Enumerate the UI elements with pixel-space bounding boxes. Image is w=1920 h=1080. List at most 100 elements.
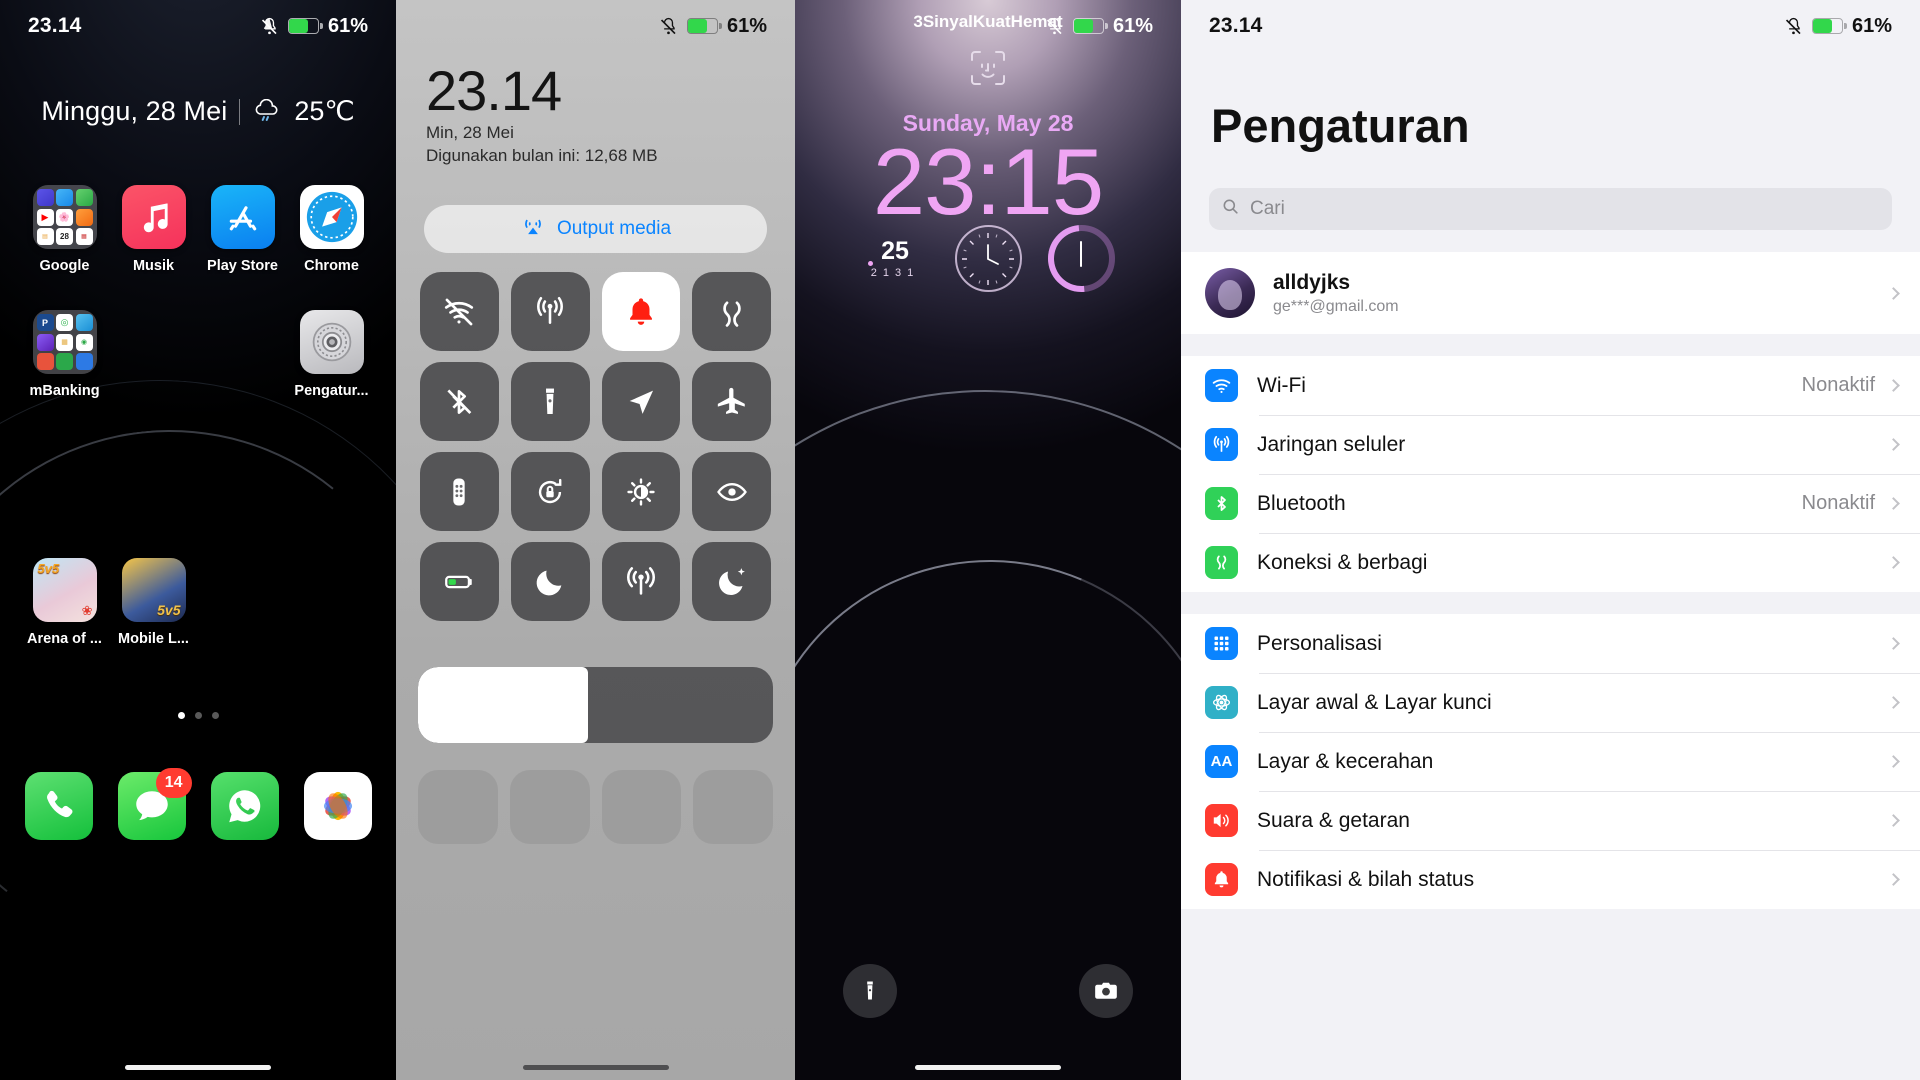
row-label: Layar awal & Layar kunci [1257,690,1492,714]
app-arena-of-valor[interactable]: 5v5 ❀ Arena of ... [20,558,109,647]
eye-comfort-toggle[interactable] [692,452,771,531]
connection-sharing-toggle[interactable] [692,272,771,351]
page-title: Pengaturan [1211,99,1470,152]
notification-bell-icon [1205,863,1238,896]
google-folder-icon: ▶ 🌸 ▤ 28 ▦ [32,185,97,249]
screenshot-root: 23.14 61% Minggu, 28 Mei 25℃ ▶ 🌸 ▤ 28 ▦ … [0,0,1920,1080]
mobile-legends-icon: 5v5 [121,558,186,622]
dock-item-whatsapp[interactable] [210,772,279,840]
grid-apps-icon [1205,627,1238,660]
dock-item-phone[interactable] [24,772,93,840]
app-slot-empty [287,558,376,647]
settings-row-wifi[interactable]: Wi-Fi Nonaktif [1181,356,1920,415]
flashlight-button[interactable] [843,964,897,1018]
row-label: Koneksi & berbagi [1257,550,1428,574]
flashlight-toggle[interactable] [510,362,590,441]
airplane-mode-toggle[interactable] [692,362,771,441]
settings-row-layar-awal-kunci[interactable]: Layar awal & Layar kunci [1181,673,1920,732]
connectivity-group: Wi-Fi Nonaktif Jaringan seluler Bluetoot… [1181,356,1920,592]
aa-text-icon: AA [1205,745,1238,778]
page-dot-3[interactable] [211,712,219,719]
rotation-lock-toggle[interactable] [510,452,590,531]
battery-icon [1811,18,1847,34]
settings-row-suara-getaran[interactable]: Suara & getaran [1181,791,1920,850]
cc-shortcut-4[interactable] [693,770,773,844]
home-indicator[interactable] [915,1065,1061,1070]
cc-shortcut-2[interactable] [509,770,590,844]
settings-row-jaringan-seluler[interactable]: Jaringan seluler [1181,415,1920,474]
settings-row-notifikasi-bilah-status[interactable]: Notifikasi & bilah status [1181,850,1920,909]
settings-row-layar-kecerahan[interactable]: AA Layar & kecerahan [1181,732,1920,791]
night-mode-toggle[interactable] [692,542,771,621]
settings-row-personalisasi[interactable]: Personalisasi [1181,614,1920,673]
row-label: Wi-Fi [1257,373,1306,397]
account-row[interactable]: alldyjks ge***@gmail.com [1181,252,1920,334]
ringer-toggle[interactable] [601,272,681,351]
chevron-right-icon [1887,696,1900,709]
remote-control-toggle[interactable] [420,452,499,531]
divider [239,98,241,125]
app-store-icon [210,185,275,249]
battery-saver-toggle[interactable] [420,542,499,621]
dock-item-photos[interactable] [303,772,372,840]
app-grid-row-3: 5v5 ❀ Arena of ... 5v5 Mobile L... [0,558,396,647]
page-dot-1[interactable] [177,712,185,719]
activity-ring-widget[interactable] [1033,211,1129,306]
chevron-right-icon [1887,497,1900,510]
app-chrome[interactable]: Chrome [287,185,376,274]
cc-shortcut-1[interactable] [418,770,498,844]
analog-clock-widget[interactable] [954,225,1022,292]
home-temperature: 25℃ [294,96,355,126]
app-label: Musik [132,258,175,274]
arena-of-valor-icon: 5v5 ❀ [32,558,97,622]
calendar-widget[interactable]: 25 2131 [862,225,929,292]
location-toggle[interactable] [601,362,681,441]
home-indicator[interactable] [522,1065,669,1070]
cc-shortcut-3[interactable] [601,770,682,844]
wifi-off-toggle[interactable] [420,272,499,351]
cc-clock: 23.14 [426,59,562,122]
cellular-data-toggle[interactable] [510,272,590,351]
settings-row-bluetooth[interactable]: Bluetooth Nonaktif [1181,474,1920,533]
hotspot-toggle[interactable] [601,542,681,621]
calendar-adjacent-days: 2131 [870,266,920,279]
cloud-rain-icon [252,98,282,125]
do-not-disturb-toggle[interactable] [510,542,590,621]
account-card: alldyjks ge***@gmail.com [1181,252,1920,334]
app-play-store[interactable]: Play Store [198,185,287,274]
bluetooth-off-toggle[interactable] [420,362,499,441]
output-media-label: Output media [556,218,672,239]
lock-screen-panel: 3SinyalKuatHemat 61% Sunday, May 28 23:1… [795,0,1181,1080]
output-media-button[interactable]: Output media [424,205,767,253]
home-date-weather-widget[interactable]: Minggu, 28 Mei 25℃ [0,96,396,127]
chevron-right-icon [1887,286,1900,300]
row-label: Personalisasi [1257,631,1382,655]
account-email: ge***@gmail.com [1273,297,1399,315]
app-mbanking-folder[interactable]: P ◎ ▦ ◉ mBanking [20,310,109,399]
brightness-slider[interactable] [418,667,773,743]
settings-row-koneksi-berbagi[interactable]: Koneksi & berbagi [1181,533,1920,592]
app-musik[interactable]: Musik [109,185,198,274]
app-grid-row-2: P ◎ ▦ ◉ mBanking Pengatur... [0,310,396,399]
auto-brightness-toggle[interactable] [601,452,681,531]
status-time: 23.14 [28,14,82,37]
search-input[interactable]: Cari [1209,188,1892,230]
app-google-folder[interactable]: ▶ 🌸 ▤ 28 ▦ Google [20,185,109,274]
display-group: Personalisasi Layar awal & Layar kunci A… [1181,614,1920,909]
app-grid-row-1: ▶ 🌸 ▤ 28 ▦ Google Musik Play Store Chrom… [0,185,396,274]
page-dot-2[interactable] [194,712,202,719]
cellular-signal-icon [1205,428,1238,461]
page-indicator[interactable] [0,712,396,719]
dock: 14 [0,768,396,840]
speaker-icon [1205,804,1238,837]
app-mobile-legends[interactable]: 5v5 Mobile L... [109,558,198,647]
control-center-panel: 61% 23.14 Min, 28 Mei Digunakan bulan in… [396,0,795,1080]
calendar-day: 25 [881,236,909,265]
status-battery-pct: 61% [1851,14,1892,37]
home-indicator[interactable] [125,1065,271,1070]
avatar [1205,268,1255,318]
app-label: Mobile L... [118,631,189,647]
camera-button[interactable] [1079,964,1133,1018]
dock-item-messages[interactable]: 14 [117,768,192,840]
app-pengaturan[interactable]: Pengatur... [287,310,376,399]
